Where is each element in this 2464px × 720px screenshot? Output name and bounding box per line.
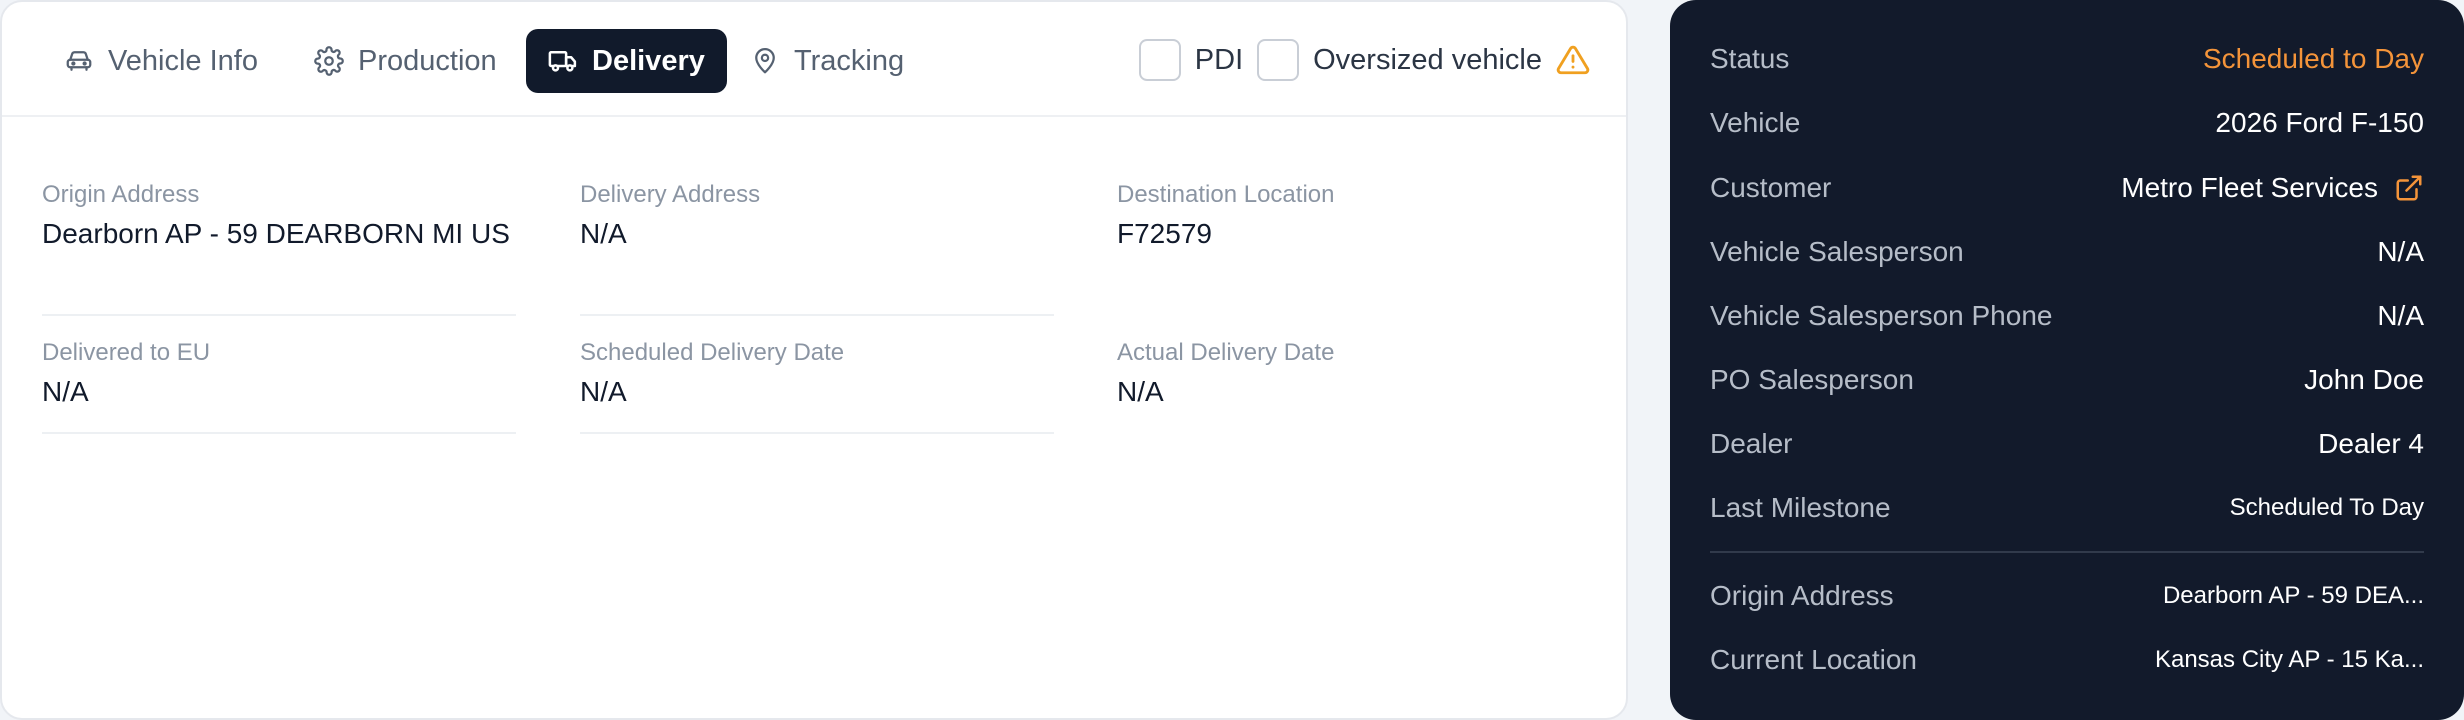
summary-row-vehicle-salesperson-phone: Vehicle Salesperson Phone N/A (1710, 294, 2424, 338)
tab-label: Tracking (794, 44, 905, 77)
tab-bar: Vehicle Info Production Delivery Trackin… (2, 2, 1626, 117)
tab-delivery[interactable]: Delivery (526, 29, 727, 93)
delivery-address-field: Delivery Address N/A (580, 180, 1054, 316)
summary-row-current-location: Current Location Kansas City AP - 15 Ka.… (1710, 638, 2424, 682)
field-value: Dearborn AP - 59 DEARBORN MI US (42, 218, 510, 249)
tab-tracking[interactable]: Tracking (728, 29, 926, 93)
summary-row-vehicle: Vehicle 2026 Ford F-150 (1710, 101, 2424, 145)
scheduled-delivery-date-field: Scheduled Delivery Date N/A (580, 338, 1054, 434)
tab-vehicle-info[interactable]: Vehicle Info (42, 29, 280, 93)
options-checkboxes: PDI Oversized vehicle (1125, 38, 1590, 82)
row-value: N/A (2377, 236, 2424, 267)
row-label: PO Salesperson (1710, 364, 1914, 395)
row-label: Current Location (1710, 644, 1918, 675)
gear-icon (314, 46, 344, 76)
row-label: Dealer (1710, 428, 1793, 459)
row-label: Customer (1710, 172, 1832, 203)
car-icon (66, 51, 92, 71)
oversized-label: Oversized vehicle (1313, 43, 1542, 76)
warning-icon (1556, 45, 1590, 75)
truck-icon (548, 51, 577, 72)
summary-row-customer: Customer Metro Fleet Services (1710, 166, 2424, 210)
row-value: Scheduled To Day (2229, 494, 2424, 521)
row-label: Vehicle (1710, 107, 1801, 138)
field-label: Delivery Address (580, 181, 761, 208)
field-value: F72579 (1117, 218, 1212, 249)
map-pin-icon (755, 48, 775, 74)
destination-location-field: Destination Location F72579 (1117, 180, 1591, 316)
vehicle-detail-card: Vehicle Info Production Delivery Trackin… (0, 0, 1628, 720)
field-value: N/A (1117, 376, 1164, 407)
summary-row-last-milestone: Last Milestone Scheduled To Day (1710, 486, 2424, 530)
field-label: Scheduled Delivery Date (580, 339, 845, 366)
pdi-checkbox-group[interactable]: PDI (1138, 39, 1244, 81)
tab-label: Delivery (592, 44, 705, 77)
field-value: N/A (580, 218, 627, 249)
row-value: Kansas City AP - 15 Ka... (2154, 646, 2424, 673)
pdi-label: PDI (1194, 43, 1244, 76)
row-value: Dearborn AP - 59 DEA... (2162, 582, 2424, 609)
tab-production[interactable]: Production (292, 29, 519, 93)
field-label: Actual Delivery Date (1117, 339, 1335, 366)
oversized-checkbox-group[interactable]: Oversized vehicle (1257, 39, 1590, 81)
actual-delivery-date-field: Actual Delivery Date N/A (1117, 338, 1591, 434)
field-value: N/A (42, 376, 89, 407)
summary-panel: Status Scheduled to Day Vehicle 2026 For… (1670, 0, 2464, 720)
summary-row-vehicle-salesperson: Vehicle Salesperson N/A (1710, 230, 2424, 274)
row-value: Dealer 4 (2318, 428, 2424, 459)
row-label: Last Milestone (1710, 492, 1891, 523)
row-label: Vehicle Salesperson (1710, 236, 1964, 267)
delivered-to-eu-field: Delivered to EU N/A (42, 338, 516, 434)
summary-row-po-salesperson: PO Salesperson John Doe (1710, 358, 2424, 402)
customer-link[interactable]: Metro Fleet Services (2121, 172, 2424, 204)
tab-label: Production (358, 44, 497, 77)
field-label: Origin Address (42, 181, 200, 208)
summary-row-dealer: Dealer Dealer 4 (1710, 422, 2424, 466)
field-label: Delivered to EU (42, 339, 211, 366)
origin-address-field: Origin Address Dearborn AP - 59 DEARBORN… (42, 180, 516, 316)
tab-label: Vehicle Info (108, 44, 258, 77)
status-value: Scheduled to Day (2202, 43, 2424, 74)
row-label: Status (1710, 43, 1790, 74)
row-label: Origin Address (1710, 580, 1894, 611)
summary-row-status: Status Scheduled to Day (1710, 37, 2424, 81)
external-link-icon[interactable] (2394, 173, 2424, 203)
row-label: Vehicle Salesperson Phone (1710, 300, 2053, 331)
customer-value[interactable]: Metro Fleet Services (2121, 172, 2378, 204)
field-label: Destination Location (1117, 181, 1335, 208)
pdi-checkbox[interactable] (1138, 39, 1181, 81)
summary-divider (1710, 551, 2424, 553)
field-value: N/A (580, 376, 627, 407)
vehicle-value: 2026 Ford F-150 (2215, 107, 2424, 138)
summary-row-origin-address: Origin Address Dearborn AP - 59 DEA... (1710, 574, 2424, 618)
row-value: N/A (2377, 300, 2424, 331)
row-value: John Doe (2304, 364, 2424, 395)
oversized-checkbox[interactable] (1257, 39, 1300, 81)
